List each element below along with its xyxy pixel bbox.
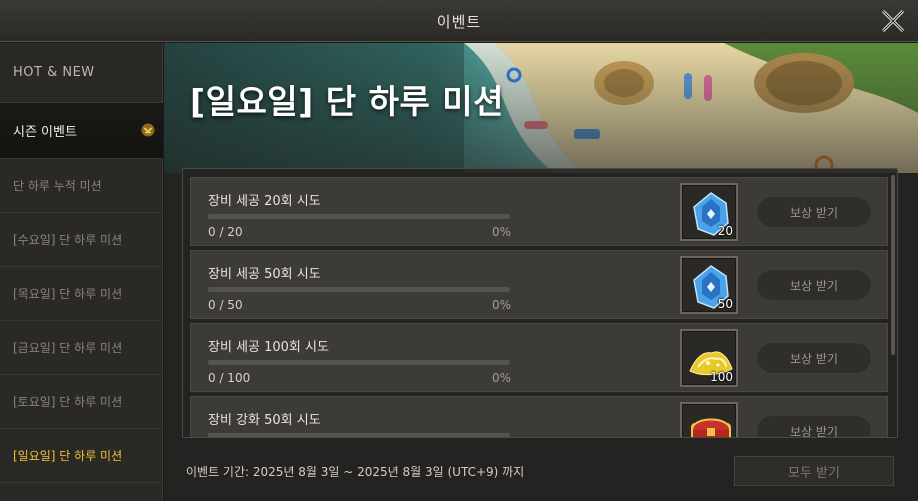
progress-percent: 0% [491, 225, 511, 239]
reward-slot[interactable]: 20 [680, 183, 738, 241]
progress-percent: 0% [491, 371, 511, 385]
claim-reward-button[interactable]: 보상 받기 [756, 196, 872, 228]
claim-reward-button[interactable]: 보상 받기 [756, 415, 872, 437]
sidebar-item-label: 시즌 이벤트 [13, 125, 77, 140]
chevron-down-icon [141, 123, 155, 137]
sidebar-item-sunday[interactable]: [일요일] 단 하루 미션 [0, 429, 163, 483]
reward-quantity: 20 [717, 224, 733, 238]
sidebar-item-label: [목요일] 단 하루 미션 [13, 287, 123, 301]
sidebar-item-wednesday[interactable]: [수요일] 단 하루 미션 [0, 213, 163, 267]
treasure-chest-icon [691, 418, 731, 437]
progress-count: 0 / 20 [208, 225, 243, 239]
sidebar-item-thursday[interactable]: [목요일] 단 하루 미션 [0, 267, 163, 321]
mission-title: 장비 세공 20회 시도 [208, 194, 321, 209]
reward-slot[interactable]: 100 [680, 329, 738, 387]
sidebar-item-label: HOT & NEW [13, 65, 95, 80]
list-item: 장비 세공 50회 시도 0 / 50 0% 50 보상 받기 [190, 250, 888, 319]
mission-title: 장비 강화 50회 시도 [208, 413, 321, 428]
mission-title: 장비 세공 100회 시도 [208, 340, 329, 355]
claim-reward-button[interactable]: 보상 받기 [756, 342, 872, 374]
reward-quantity: 100 [710, 370, 733, 384]
page-title: [일요일] 단 하루 미션 [190, 82, 505, 121]
event-period: 이벤트 기간: 2025년 8월 3일 ~ 2025년 8월 3일 (UTC+9… [186, 465, 525, 479]
close-button[interactable] [878, 6, 908, 36]
mission-title: 장비 세공 50회 시도 [208, 267, 321, 282]
sidebar-item-daily-cumulative[interactable]: 단 하루 누적 미션 [0, 159, 163, 213]
close-icon [881, 9, 905, 33]
sidebar-item-label: 단 하루 누적 미션 [13, 179, 102, 193]
scrollbar[interactable] [891, 175, 895, 355]
sidebar-item-hot-new[interactable]: HOT & NEW [0, 43, 163, 103]
list-item: 장비 강화 50회 시도 보상 받기 [190, 396, 888, 437]
sidebar-item-label: [일요일] 단 하루 미션 [13, 449, 123, 463]
progress-bar [208, 287, 510, 292]
title-bar: 이벤트 [0, 0, 918, 42]
window-title: 이벤트 [436, 13, 482, 31]
progress-percent: 0% [491, 298, 511, 312]
claim-all-button[interactable]: 모두 받기 [734, 456, 894, 486]
list-item: 장비 세공 20회 시도 0 / 20 0% 20 보상 받기 [190, 177, 888, 246]
progress-bar [208, 360, 510, 365]
sidebar-item-saturday[interactable]: [토요일] 단 하루 미션 [0, 375, 163, 429]
list-item: 장비 세공 100회 시도 0 / 100 0% 100 보상 받기 [190, 323, 888, 392]
sidebar: HOT & NEW 시즌 이벤트 단 하루 누적 미션 [수요일] 단 하루 미… [0, 43, 163, 501]
main-panel: [일요일] 단 하루 미션 장비 세공 20회 시도 0 / 20 0% 20 … [164, 43, 918, 501]
event-banner: [일요일] 단 하루 미션 [164, 43, 918, 173]
progress-bar [208, 214, 510, 219]
reward-slot[interactable] [680, 402, 738, 437]
sidebar-item-label: [토요일] 단 하루 미션 [13, 395, 123, 409]
claim-reward-button[interactable]: 보상 받기 [756, 269, 872, 301]
progress-bar [208, 433, 510, 437]
reward-slot[interactable]: 50 [680, 256, 738, 314]
sidebar-item-label: [금요일] 단 하루 미션 [13, 341, 123, 355]
sidebar-item-label: [수요일] 단 하루 미션 [13, 233, 123, 247]
progress-count: 0 / 50 [208, 298, 243, 312]
mission-list: 장비 세공 20회 시도 0 / 20 0% 20 보상 받기 장비 세공 50… [182, 168, 898, 438]
sidebar-item-friday[interactable]: [금요일] 단 하루 미션 [0, 321, 163, 375]
sidebar-item-season-event[interactable]: 시즌 이벤트 [0, 103, 163, 159]
progress-count: 0 / 100 [208, 371, 251, 385]
reward-quantity: 50 [717, 297, 733, 311]
